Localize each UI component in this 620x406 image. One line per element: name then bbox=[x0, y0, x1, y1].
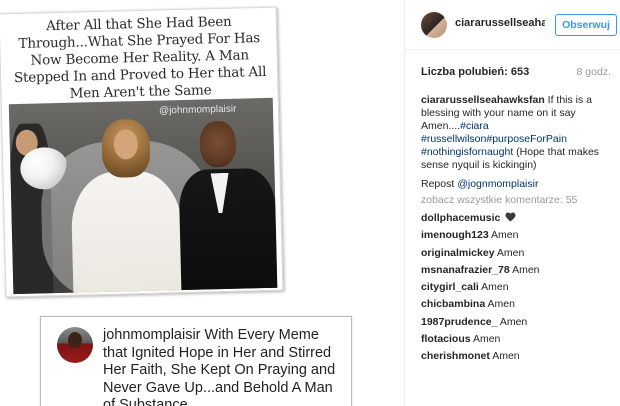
comment-text: Amen bbox=[512, 263, 540, 276]
comment-item: citygirl_cali Amen bbox=[421, 280, 617, 297]
comment-text: Amen bbox=[481, 281, 509, 294]
groom-suit bbox=[178, 167, 278, 295]
comment-author[interactable]: dollphacemusic bbox=[421, 212, 500, 224]
comment-author[interactable]: 1987prudence_ bbox=[421, 316, 497, 328]
view-all-comments[interactable]: zobacz wszystkie komentarze: 55 bbox=[421, 194, 617, 206]
heart-icon bbox=[505, 212, 516, 227]
caption-author[interactable]: ciararussellseahawksfan bbox=[421, 94, 545, 106]
comment-author[interactable]: cherishmonet bbox=[421, 350, 490, 362]
likes-row: Liczba polubień: 653 8 godz. bbox=[421, 66, 617, 80]
comment-list: dollphacemusic imenough123 Amen originalm… bbox=[421, 211, 617, 367]
hashtag-russellwilson[interactable]: #russellwilson bbox=[421, 133, 486, 145]
comment-item: cherishmonet Amen bbox=[421, 349, 617, 366]
comment-text: Amen bbox=[492, 350, 520, 363]
quote-avatar-head bbox=[68, 332, 82, 348]
comment-text: Amen bbox=[491, 229, 519, 242]
comment-item: msnanafrazier_78 Amen bbox=[421, 263, 617, 280]
post-caption: ciararussellseahawksfan If this is a ble… bbox=[421, 94, 611, 172]
comment-item: dollphacemusic bbox=[421, 211, 617, 228]
likes-count[interactable]: Liczba polubień: 653 bbox=[421, 66, 529, 78]
comment-item: 1987prudence_ Amen bbox=[421, 315, 617, 332]
comment-text: Amen bbox=[487, 298, 515, 311]
comment-text: Amen bbox=[499, 315, 528, 328]
post-sidebar: ciararussellseaha... Obserwuj Liczba pol… bbox=[404, 0, 620, 406]
repost-prefix: Repost bbox=[421, 178, 455, 190]
post-time[interactable]: 8 godz. bbox=[577, 66, 611, 78]
comment-author[interactable]: msnanafrazier_78 bbox=[421, 264, 510, 276]
quote-card: johnmomplaisir With Every Meme that Igni… bbox=[40, 316, 352, 406]
comment-item: imenough123 Amen bbox=[421, 228, 617, 245]
comment-author[interactable]: chicbambina bbox=[421, 298, 485, 310]
hashtag-ciara[interactable]: #ciara bbox=[460, 120, 489, 132]
photo-watermark: @johnmomplaisir bbox=[158, 103, 237, 117]
quote-avatar bbox=[57, 327, 93, 363]
comment-item: originalmickey Amen bbox=[421, 246, 617, 263]
quote-username: johnmomplaisir bbox=[103, 327, 201, 343]
owner-avatar[interactable] bbox=[421, 12, 447, 38]
comment-text: Amen bbox=[472, 333, 501, 346]
hashtag-purposeforpain[interactable]: #purposeForPain bbox=[486, 133, 567, 145]
wedding-photo: @johnmomplaisir bbox=[8, 97, 278, 295]
groom-head bbox=[199, 120, 237, 168]
bride-dress bbox=[70, 170, 184, 295]
meme-caption: After All that She Had Been Through...Wh… bbox=[13, 13, 267, 102]
comment-item: chicbambina Amen bbox=[421, 297, 617, 314]
repost-user[interactable]: @jognmomplaisir bbox=[457, 178, 538, 190]
post-header: ciararussellseaha... Obserwuj bbox=[405, 0, 620, 50]
post-image[interactable]: After All that She Had Been Through...Wh… bbox=[0, 0, 404, 406]
repost-line: Repost @jognmomplaisir bbox=[421, 178, 611, 190]
comment-item: flotacious Amen bbox=[421, 332, 617, 349]
comment-author[interactable]: citygirl_cali bbox=[421, 281, 479, 293]
comment-author[interactable]: originalmickey bbox=[421, 247, 495, 259]
comment-text: Amen bbox=[496, 246, 525, 259]
owner-username[interactable]: ciararussellseaha... bbox=[455, 17, 545, 29]
follow-button[interactable]: Obserwuj bbox=[555, 14, 617, 36]
comment-author[interactable]: flotacious bbox=[421, 333, 471, 345]
comment-author[interactable]: imenough123 bbox=[421, 229, 489, 241]
hashtag-nothingisfornaught[interactable]: #nothingisfornaught bbox=[421, 146, 513, 158]
quote-text: johnmomplaisir With Every Meme that Igni… bbox=[103, 327, 343, 406]
meme-card: After All that She Had Been Through...Wh… bbox=[0, 6, 284, 298]
